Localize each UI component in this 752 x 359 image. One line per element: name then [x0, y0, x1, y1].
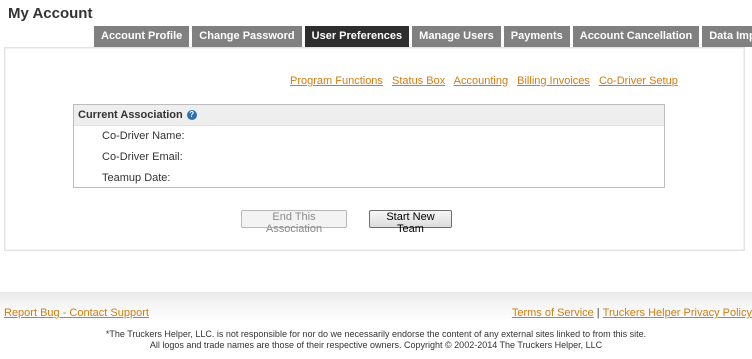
footer-left: Report Bug - Contact Support: [4, 307, 149, 319]
teamup-date-label: Teamup Date:: [102, 172, 171, 184]
footer-separator: |: [596, 307, 600, 319]
end-association-button[interactable]: End This Association: [241, 210, 347, 235]
tab-user-preferences[interactable]: User Preferences: [304, 26, 410, 47]
co-driver-name-label: Co-Driver Name:: [102, 130, 185, 142]
account-tabs: Account Profile Change Password User Pre…: [94, 26, 752, 47]
footer-right: Terms of Service | Truckers Helper Privacy…: [512, 307, 752, 319]
association-title: Current Association: [78, 109, 183, 121]
disclaimer-line-2: All logos and trade names are those of t…: [149, 340, 603, 350]
report-bug-link[interactable]: Report Bug - Contact Support: [4, 307, 149, 319]
privacy-policy-link[interactable]: Truckers Helper Privacy Policy: [603, 307, 752, 319]
info-icon[interactable]: ?: [186, 110, 197, 121]
tab-data-import[interactable]: Data Import: [702, 26, 752, 47]
tab-payments[interactable]: Payments: [503, 26, 570, 47]
co-driver-email-label: Co-Driver Email:: [102, 151, 183, 163]
link-billing-invoices[interactable]: Billing Invoices: [517, 75, 590, 87]
association-header: Current Association?: [74, 105, 664, 126]
preferences-sublinks: Program Functions Status Box Accounting …: [290, 75, 684, 87]
link-accounting[interactable]: Accounting: [454, 75, 508, 87]
link-status-box[interactable]: Status Box: [392, 75, 445, 87]
tab-account-cancellation[interactable]: Account Cancellation: [572, 26, 700, 47]
current-association-box: Current Association? Co-Driver Name: Co-…: [73, 104, 665, 188]
disclaimer-line-1: *The Truckers Helper, LLC. is not respon…: [105, 329, 647, 339]
start-new-team-button[interactable]: Start New Team: [369, 210, 452, 235]
terms-of-service-link[interactable]: Terms of Service: [512, 307, 594, 319]
tab-manage-users[interactable]: Manage Users: [412, 26, 501, 47]
page-title: My Account: [8, 5, 93, 22]
link-program-functions[interactable]: Program Functions: [290, 75, 383, 87]
link-co-driver-setup[interactable]: Co-Driver Setup: [599, 75, 678, 87]
tab-account-profile[interactable]: Account Profile: [94, 26, 190, 47]
tab-change-password[interactable]: Change Password: [192, 26, 302, 47]
